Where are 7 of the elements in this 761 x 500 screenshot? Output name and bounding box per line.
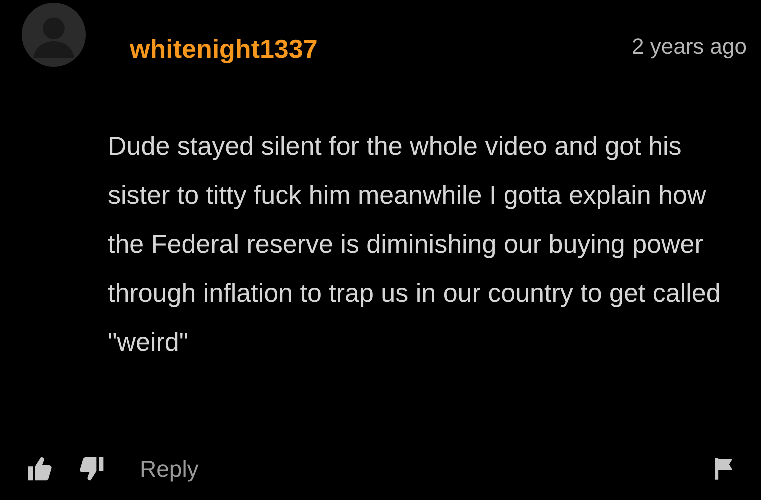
thumbs-down-icon[interactable]: [78, 455, 106, 483]
timestamp: 2 years ago: [632, 34, 747, 60]
reply-button[interactable]: Reply: [140, 456, 199, 482]
avatar-icon: [22, 3, 86, 67]
comment-text: Dude stayed silent for the whole video and got his sister to titty fuck him meanwhile I gotta explain how the Federal reserve is diminishing our buying power through inflation to trap us in our country to get called "weird": [108, 130, 722, 359]
username[interactable]: whitenight1337: [130, 34, 318, 64]
thumbs-up-icon[interactable]: [26, 455, 54, 483]
